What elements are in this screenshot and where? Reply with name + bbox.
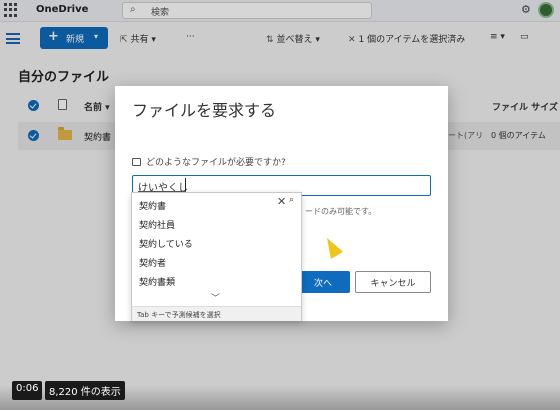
cancel-button[interactable]: キャンセル: [355, 271, 431, 293]
video-timestamp: 0:06: [12, 381, 43, 400]
search-icon[interactable]: ⌕: [289, 195, 294, 205]
ime-candidate[interactable]: 契約社員: [139, 218, 175, 231]
chevron-down-icon[interactable]: ﹀: [211, 291, 220, 304]
hint-text: ードのみ可能です。: [305, 207, 377, 216]
question-text: どのようなファイルが必要ですか?: [146, 158, 286, 168]
ime-candidate[interactable]: 契約している: [139, 237, 193, 250]
ime-candidate[interactable]: 契約書類: [139, 275, 175, 288]
question-label: どのようなファイルが必要ですか?: [132, 155, 286, 168]
ime-candidate-list: ✕ ⌕ 契約書 契約社員 契約している 契約者 契約書類 ﹀ Tab キーで予測…: [131, 192, 302, 321]
close-icon[interactable]: ✕: [277, 195, 286, 208]
text-caret: [185, 178, 186, 191]
ime-candidate[interactable]: 契約者: [139, 256, 166, 269]
next-button[interactable]: 次へ: [296, 271, 350, 293]
dialog-title: ファイルを要求する: [132, 101, 277, 120]
ime-candidate[interactable]: 契約書: [139, 199, 166, 212]
request-icon: [132, 158, 141, 166]
view-count: 8,220 件の表示: [45, 381, 125, 400]
ime-footer: Tab キーで予測候補を選択: [132, 306, 301, 321]
